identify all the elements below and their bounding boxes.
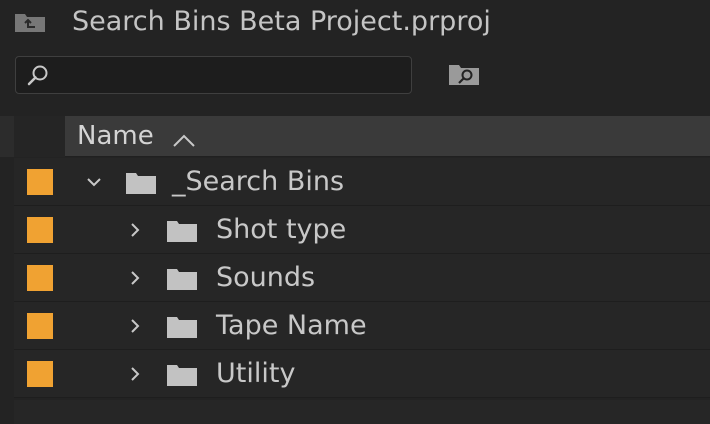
bin-name: _Search Bins	[172, 166, 345, 197]
folder-icon	[166, 361, 198, 387]
name-column-header[interactable]: Name	[65, 116, 710, 157]
list-item[interactable]: _Search Bins	[14, 158, 710, 206]
folder-icon	[166, 265, 198, 291]
folder-icon	[166, 217, 198, 243]
list-item[interactable]: Shot type	[14, 206, 710, 254]
chevron-down-icon[interactable]	[84, 172, 104, 192]
magnifier-icon	[26, 64, 50, 88]
chevron-right-icon[interactable]	[125, 268, 145, 288]
bin-name: Utility	[216, 358, 296, 389]
chevron-right-icon[interactable]	[125, 364, 145, 384]
project-header: Search Bins Beta Project.prproj	[0, 0, 710, 46]
column-header-row: Name	[0, 116, 710, 157]
bin-name: Sounds	[216, 262, 316, 293]
label-color-swatch[interactable]	[27, 265, 53, 291]
project-title: Search Bins Beta Project.prproj	[72, 6, 491, 37]
bin-name: Tape Name	[216, 310, 367, 341]
label-color-swatch[interactable]	[27, 169, 53, 195]
label-color-swatch[interactable]	[27, 313, 53, 339]
folder-icon	[125, 169, 157, 195]
sort-ascending-icon	[172, 132, 196, 148]
bin-list: Name _Search Bins Shot type Sounds Tape …	[0, 116, 710, 424]
new-search-bin-icon[interactable]	[448, 61, 480, 87]
bin-name: Shot type	[216, 214, 347, 245]
label-color-swatch[interactable]	[27, 361, 53, 387]
project-panel: Search Bins Beta Project.prproj Name _Se…	[0, 0, 710, 424]
chevron-right-icon[interactable]	[125, 220, 145, 240]
folder-icon	[166, 313, 198, 339]
list-item[interactable]: Tape Name	[14, 302, 710, 350]
project-up-icon[interactable]	[14, 11, 46, 33]
label-color-swatch[interactable]	[27, 217, 53, 243]
chevron-right-icon[interactable]	[125, 316, 145, 336]
list-item[interactable]: Sounds	[14, 254, 710, 302]
name-column-label: Name	[77, 121, 154, 151]
search-box[interactable]	[15, 56, 412, 94]
empty-list-area	[14, 400, 710, 424]
label-column-header	[14, 116, 65, 157]
search-input[interactable]	[56, 59, 410, 93]
list-item[interactable]: Utility	[14, 350, 710, 398]
